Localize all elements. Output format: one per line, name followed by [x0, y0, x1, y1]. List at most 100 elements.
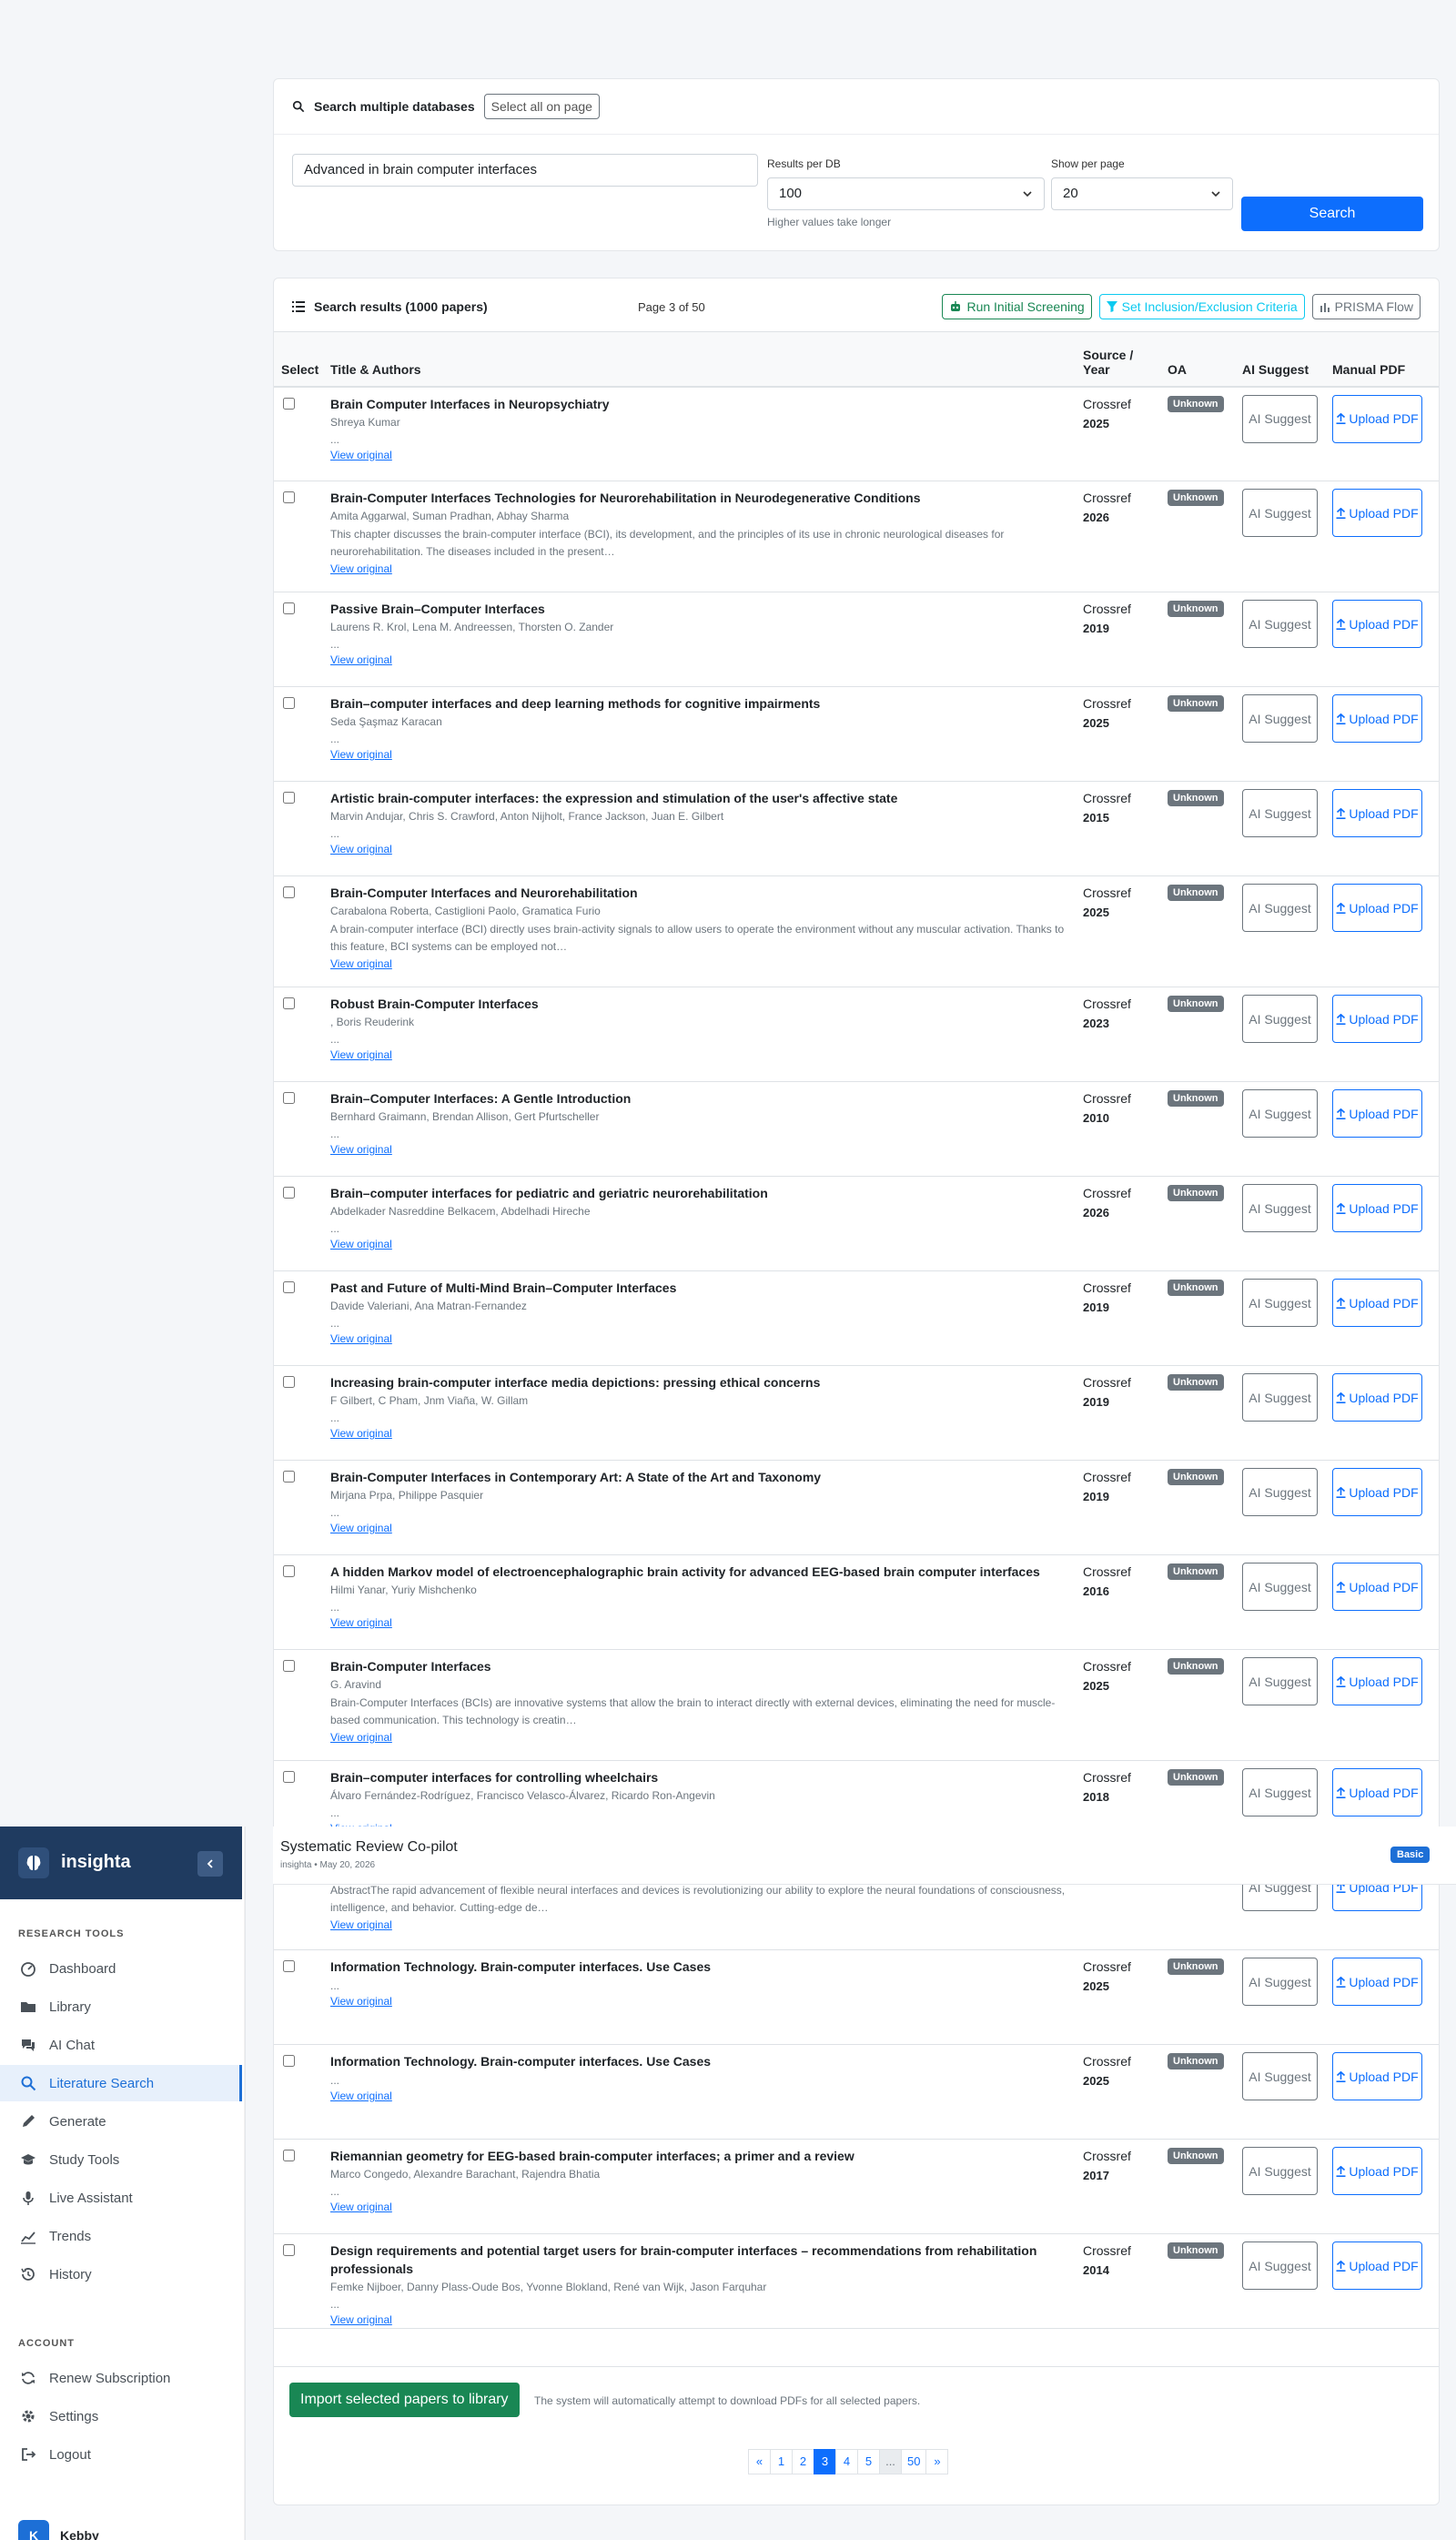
user-profile[interactable]: K Kebby	[18, 2520, 99, 2540]
upload-pdf-button[interactable]: Upload PDF	[1332, 489, 1422, 537]
page-link[interactable]: 3	[814, 2449, 836, 2474]
upload-pdf-button[interactable]: Upload PDF	[1332, 2052, 1422, 2100]
row-checkbox[interactable]	[283, 1771, 295, 1783]
upload-pdf-button[interactable]: Upload PDF	[1332, 1184, 1422, 1232]
upload-pdf-button[interactable]: Upload PDF	[1332, 1468, 1422, 1516]
ai-suggest-button[interactable]: AI Suggest	[1242, 2052, 1318, 2100]
ai-suggest-button[interactable]: AI Suggest	[1242, 1373, 1318, 1422]
row-checkbox[interactable]	[283, 1960, 295, 1972]
row-checkbox[interactable]	[283, 792, 295, 804]
page-link[interactable]: 1	[770, 2449, 793, 2474]
view-original-link[interactable]: View original	[330, 843, 392, 855]
row-checkbox[interactable]	[283, 1565, 295, 1577]
ai-suggest-button[interactable]: AI Suggest	[1242, 789, 1318, 837]
prisma-flow-button[interactable]: PRISMA Flow	[1311, 294, 1421, 319]
select-all-button[interactable]: Select all on page	[483, 94, 600, 119]
upload-pdf-button[interactable]: Upload PDF	[1332, 600, 1422, 648]
sidebar-item-trends[interactable]: Trends	[0, 2218, 242, 2254]
upload-pdf-button[interactable]: Upload PDF	[1332, 1279, 1422, 1327]
ai-suggest-button[interactable]: AI Suggest	[1242, 1089, 1318, 1138]
upload-pdf-button[interactable]: Upload PDF	[1332, 1373, 1422, 1422]
ai-suggest-button[interactable]: AI Suggest	[1242, 394, 1318, 443]
page-link[interactable]: »	[925, 2449, 949, 2474]
ai-suggest-button[interactable]: AI Suggest	[1242, 1184, 1318, 1232]
upload-pdf-button[interactable]: Upload PDF	[1332, 694, 1422, 743]
view-original-link[interactable]: View original	[330, 1143, 392, 1156]
upload-pdf-button[interactable]: Upload PDF	[1332, 394, 1422, 443]
row-checkbox[interactable]	[283, 1092, 295, 1104]
upload-pdf-button[interactable]: Upload PDF	[1332, 2241, 1422, 2290]
page-link[interactable]: 5	[857, 2449, 880, 2474]
sidebar-item-renew-subscription[interactable]: Renew Subscription	[0, 2360, 242, 2396]
view-original-link[interactable]: View original	[330, 748, 392, 761]
row-checkbox[interactable]	[283, 997, 295, 1009]
page-link[interactable]: «	[748, 2449, 771, 2474]
view-original-link[interactable]: View original	[330, 2090, 392, 2102]
run-screening-button[interactable]: Run Initial Screening	[942, 294, 1092, 319]
row-checkbox[interactable]	[283, 697, 295, 709]
row-checkbox[interactable]	[283, 1660, 295, 1672]
collapse-sidebar-button[interactable]	[197, 1851, 223, 1877]
sidebar-item-generate[interactable]: Generate	[0, 2103, 242, 2140]
show-per-page-select[interactable]: 20	[1051, 177, 1233, 210]
ai-suggest-button[interactable]: AI Suggest	[1242, 1958, 1318, 2006]
view-original-link[interactable]: View original	[330, 1616, 392, 1629]
row-checkbox[interactable]	[283, 602, 295, 614]
upload-pdf-button[interactable]: Upload PDF	[1332, 1768, 1422, 1816]
ai-suggest-button[interactable]: AI Suggest	[1242, 2241, 1318, 2290]
sidebar-item-live-assistant[interactable]: Live Assistant	[0, 2180, 242, 2216]
view-original-link[interactable]: View original	[330, 653, 392, 666]
ai-suggest-button[interactable]: AI Suggest	[1242, 1468, 1318, 1516]
upload-pdf-button[interactable]: Upload PDF	[1332, 995, 1422, 1043]
upload-pdf-button[interactable]: Upload PDF	[1332, 2147, 1422, 2195]
row-checkbox[interactable]	[283, 491, 295, 503]
page-link[interactable]: 4	[835, 2449, 858, 2474]
ai-suggest-button[interactable]: AI Suggest	[1242, 1768, 1318, 1816]
upload-pdf-button[interactable]: Upload PDF	[1332, 884, 1422, 932]
ai-suggest-button[interactable]: AI Suggest	[1242, 1657, 1318, 1705]
sidebar-item-logout[interactable]: Logout	[0, 2436, 242, 2473]
sidebar-item-settings[interactable]: Settings	[0, 2398, 242, 2434]
sidebar-item-library[interactable]: Library	[0, 1988, 242, 2025]
ai-suggest-button[interactable]: AI Suggest	[1242, 600, 1318, 648]
results-per-db-select[interactable]: 100	[767, 177, 1045, 210]
upload-pdf-button[interactable]: Upload PDF	[1332, 1958, 1422, 2006]
upload-pdf-button[interactable]: Upload PDF	[1332, 1563, 1422, 1611]
view-original-link[interactable]: View original	[330, 957, 392, 970]
sidebar-item-history[interactable]: History	[0, 2256, 242, 2292]
view-original-link[interactable]: View original	[330, 1918, 392, 1931]
set-criteria-button[interactable]: Set Inclusion/Exclusion Criteria	[1098, 294, 1305, 319]
row-checkbox[interactable]	[283, 2150, 295, 2161]
ai-suggest-button[interactable]: AI Suggest	[1242, 995, 1318, 1043]
row-checkbox[interactable]	[283, 397, 295, 410]
row-checkbox[interactable]	[283, 1281, 295, 1293]
view-original-link[interactable]: View original	[330, 1048, 392, 1061]
ai-suggest-button[interactable]: AI Suggest	[1242, 1563, 1318, 1611]
page-link[interactable]: 2	[792, 2449, 814, 2474]
sidebar-scrollbar-thumb[interactable]	[245, 1837, 246, 2493]
row-checkbox[interactable]	[283, 886, 295, 898]
view-original-link[interactable]: View original	[330, 449, 392, 461]
row-checkbox[interactable]	[283, 1376, 295, 1388]
page-link[interactable]: 50	[901, 2449, 927, 2474]
view-original-link[interactable]: View original	[330, 1731, 392, 1744]
ai-suggest-button[interactable]: AI Suggest	[1242, 884, 1318, 932]
sidebar-item-ai-chat[interactable]: AI Chat	[0, 2027, 242, 2063]
view-original-link[interactable]: View original	[330, 2313, 392, 2326]
upload-pdf-button[interactable]: Upload PDF	[1332, 1657, 1422, 1705]
sidebar-item-study-tools[interactable]: Study Tools	[0, 2141, 242, 2178]
row-checkbox[interactable]	[283, 1187, 295, 1199]
view-original-link[interactable]: View original	[330, 1238, 392, 1250]
search-button[interactable]: Search	[1241, 197, 1423, 231]
row-checkbox[interactable]	[283, 2244, 295, 2256]
import-button[interactable]: Import selected papers to library	[289, 2383, 520, 2417]
search-query-input[interactable]: Advanced in brain computer interfaces	[292, 154, 758, 187]
view-original-link[interactable]: View original	[330, 1427, 392, 1440]
view-original-link[interactable]: View original	[330, 2201, 392, 2213]
ai-suggest-button[interactable]: AI Suggest	[1242, 1279, 1318, 1327]
ai-suggest-button[interactable]: AI Suggest	[1242, 2147, 1318, 2195]
row-checkbox[interactable]	[283, 1471, 295, 1483]
view-original-link[interactable]: View original	[330, 1995, 392, 2008]
ai-suggest-button[interactable]: AI Suggest	[1242, 489, 1318, 537]
row-checkbox[interactable]	[283, 2055, 295, 2067]
